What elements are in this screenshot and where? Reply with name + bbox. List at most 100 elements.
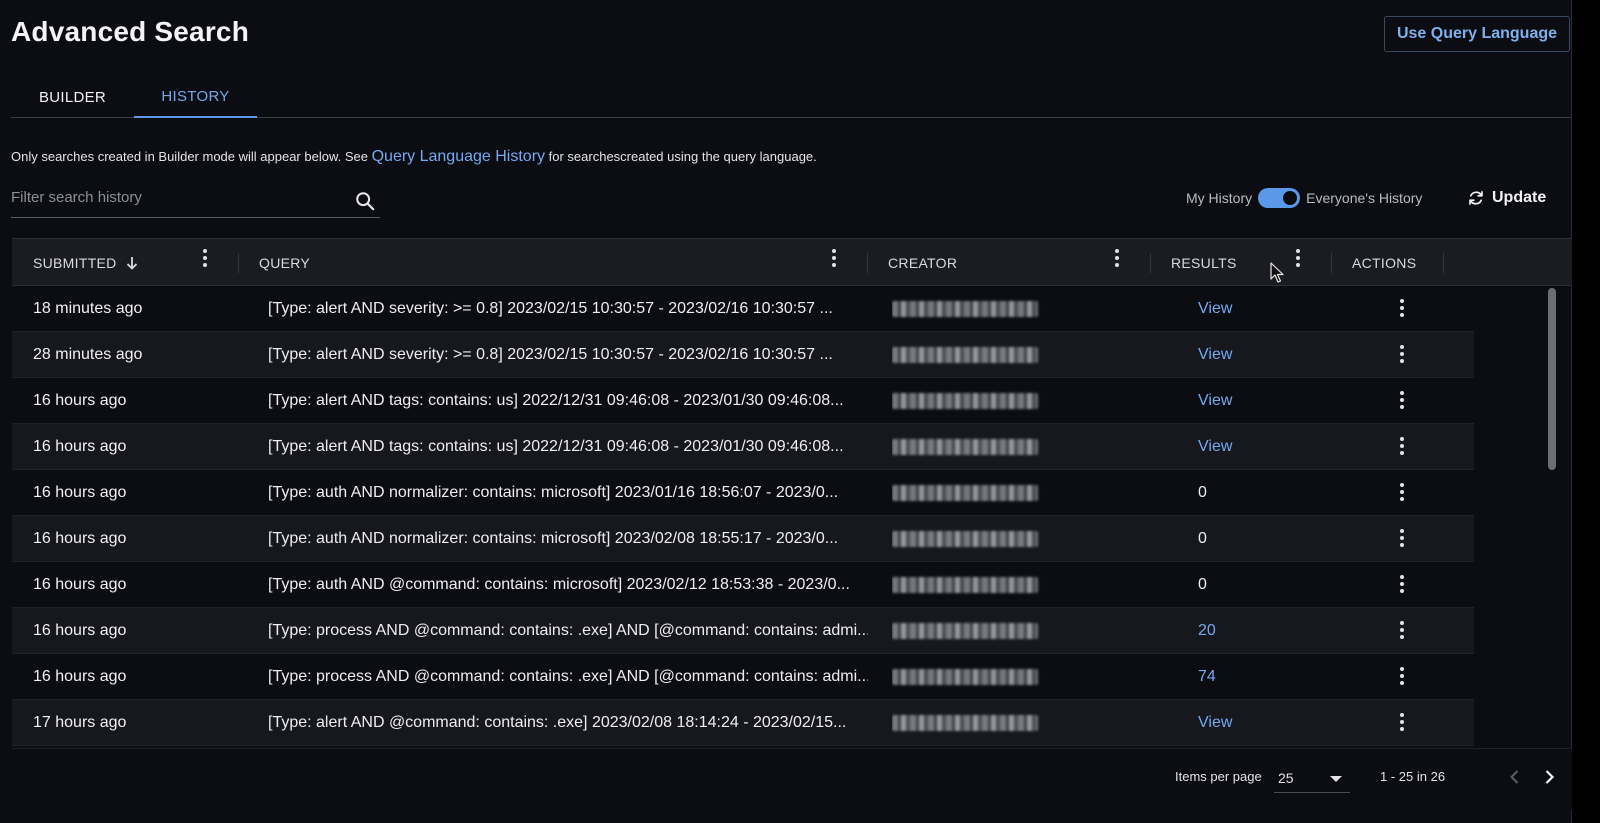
creator-column-menu-icon[interactable]: [1114, 249, 1120, 269]
query-cell: [Type: alert AND severity: >= 0.8] 2023/…: [268, 346, 833, 363]
filter-search-history-input[interactable]: [11, 184, 341, 210]
results-link[interactable]: View: [1198, 700, 1318, 746]
column-header-actions: ACTIONS: [1352, 239, 1416, 287]
creator-cell: [892, 286, 1072, 332]
mouse-cursor-icon: [1270, 262, 1284, 283]
column-header-creator[interactable]: CREATOR: [888, 239, 957, 287]
redacted-creator: [892, 393, 1038, 409]
creator-cell: [892, 332, 1072, 378]
chevron-right-icon[interactable]: [1539, 767, 1559, 787]
submitted-cell: 17 hours ago: [33, 714, 127, 731]
info-prefix: Only searches created in Builder mode wi…: [11, 149, 372, 164]
row-actions-kebab-icon[interactable]: [1399, 575, 1405, 595]
history-switch[interactable]: [1258, 188, 1301, 208]
column-divider: [1443, 253, 1444, 273]
results-link[interactable]: 20: [1198, 608, 1318, 654]
query-cell: [Type: alert AND tags: contains: us] 202…: [268, 438, 844, 455]
results-link[interactable]: View: [1198, 332, 1318, 378]
switch-knob: [1283, 191, 1298, 205]
my-history-label: My History: [1186, 190, 1253, 206]
redacted-creator: [892, 669, 1038, 685]
items-per-page-select[interactable]: 25: [1274, 763, 1350, 793]
table-row[interactable]: 16 hours ago [Type: auth AND @command: co…: [12, 562, 1474, 608]
query-language-history-link[interactable]: Query Language History: [372, 148, 545, 165]
table-row[interactable]: 28 minutes ago [Type: alert AND severity:…: [12, 332, 1474, 378]
column-label-submitted: SUBMITTED: [33, 255, 117, 271]
results-link[interactable]: View: [1198, 378, 1318, 424]
app-window: Advanced Search Use Query Language BUILD…: [0, 0, 1572, 823]
column-label-creator: CREATOR: [888, 255, 958, 271]
tab-bar: BUILDER HISTORY: [11, 76, 1571, 118]
results-column-menu-icon[interactable]: [1295, 249, 1301, 269]
update-button[interactable]: Update: [1467, 186, 1546, 210]
refresh-icon: [1469, 191, 1483, 205]
query-cell: [Type: process AND @command: contains: .…: [268, 622, 868, 639]
redacted-creator: [892, 439, 1038, 455]
column-header-results[interactable]: RESULTS: [1171, 239, 1237, 287]
history-table: SUBMITTED QUERY CREATOR RESULTS ACTIONS …: [12, 238, 1572, 748]
row-actions-kebab-icon[interactable]: [1399, 667, 1405, 687]
row-actions-kebab-icon[interactable]: [1399, 437, 1405, 457]
submitted-cell: 16 hours ago: [33, 392, 127, 409]
redacted-creator: [892, 715, 1038, 731]
creator-cell: [892, 424, 1072, 470]
column-divider: [1150, 253, 1151, 273]
submitted-cell: 16 hours ago: [33, 530, 127, 547]
table-row[interactable]: 16 hours ago [Type: alert AND tags: conta…: [12, 424, 1474, 470]
row-actions-kebab-icon[interactable]: [1399, 299, 1405, 319]
info-suffix: for searchescreated using the query lang…: [545, 149, 817, 164]
submitted-cell: 28 minutes ago: [33, 346, 143, 363]
results-link[interactable]: 74: [1198, 654, 1318, 700]
items-per-page-label: Items per page: [1175, 769, 1262, 784]
table-scrollbar-thumb[interactable]: [1548, 288, 1556, 470]
table-row[interactable]: 16 hours ago [Type: process AND @command:…: [12, 654, 1474, 700]
table-header: SUBMITTED QUERY CREATOR RESULTS ACTIONS: [12, 238, 1572, 286]
pagination-range: 1 - 25 in 26: [1380, 769, 1446, 784]
update-label: Update: [1492, 189, 1547, 206]
filter-field: [11, 180, 380, 218]
submitted-cell: 16 hours ago: [33, 668, 127, 685]
query-cell: [Type: alert AND tags: contains: us] 202…: [268, 392, 844, 409]
sort-down-arrow-icon[interactable]: [125, 255, 139, 271]
creator-cell: [892, 700, 1072, 746]
submitted-cell: 16 hours ago: [33, 438, 127, 455]
table-row[interactable]: 18 minutes ago [Type: alert AND severity:…: [12, 286, 1474, 332]
info-text: Only searches created in Builder mode wi…: [11, 148, 817, 166]
row-actions-kebab-icon[interactable]: [1399, 621, 1405, 641]
query-column-menu-icon[interactable]: [831, 249, 837, 269]
use-query-language-button[interactable]: Use Query Language: [1384, 16, 1570, 52]
caret-down-icon: [1330, 776, 1342, 782]
row-actions-kebab-icon[interactable]: [1399, 345, 1405, 365]
row-actions-kebab-icon[interactable]: [1399, 483, 1405, 503]
redacted-creator: [892, 623, 1038, 639]
column-label-query: QUERY: [259, 255, 311, 271]
row-actions-kebab-icon[interactable]: [1399, 391, 1405, 411]
table-row[interactable]: 16 hours ago [Type: alert AND tags: conta…: [12, 378, 1474, 424]
submitted-column-menu-icon[interactable]: [202, 249, 208, 269]
table-row[interactable]: 16 hours ago [Type: auth AND normalizer: …: [12, 470, 1474, 516]
table-row[interactable]: 17 hours ago [Type: alert AND @command: c…: [12, 700, 1474, 746]
tab-builder[interactable]: BUILDER: [11, 76, 134, 118]
column-divider: [867, 253, 868, 273]
submitted-cell: 16 hours ago: [33, 622, 127, 639]
query-cell: [Type: auth AND @command: contains: micr…: [268, 576, 850, 593]
tab-history[interactable]: HISTORY: [134, 76, 257, 118]
results-link[interactable]: View: [1198, 286, 1318, 332]
row-actions-kebab-icon[interactable]: [1399, 529, 1405, 549]
column-header-submitted[interactable]: SUBMITTED: [33, 239, 139, 287]
column-divider: [238, 253, 239, 273]
chevron-left-icon[interactable]: [1505, 767, 1525, 787]
query-cell: [Type: alert AND @command: contains: .ex…: [268, 714, 847, 731]
table-row[interactable]: 16 hours ago [Type: auth AND normalizer: …: [12, 516, 1474, 562]
page-title: Advanced Search: [11, 16, 249, 47]
search-icon[interactable]: [354, 190, 376, 212]
row-actions-kebab-icon[interactable]: [1399, 713, 1405, 733]
redacted-creator: [892, 531, 1038, 547]
redacted-creator: [892, 485, 1038, 501]
creator-cell: [892, 608, 1072, 654]
query-cell: [Type: process AND @command: contains: .…: [268, 668, 868, 685]
results-link[interactable]: View: [1198, 424, 1318, 470]
column-header-query[interactable]: QUERY: [259, 239, 310, 287]
table-row[interactable]: 16 hours ago [Type: process AND @command:…: [12, 608, 1474, 654]
results-count: 0: [1198, 530, 1207, 547]
